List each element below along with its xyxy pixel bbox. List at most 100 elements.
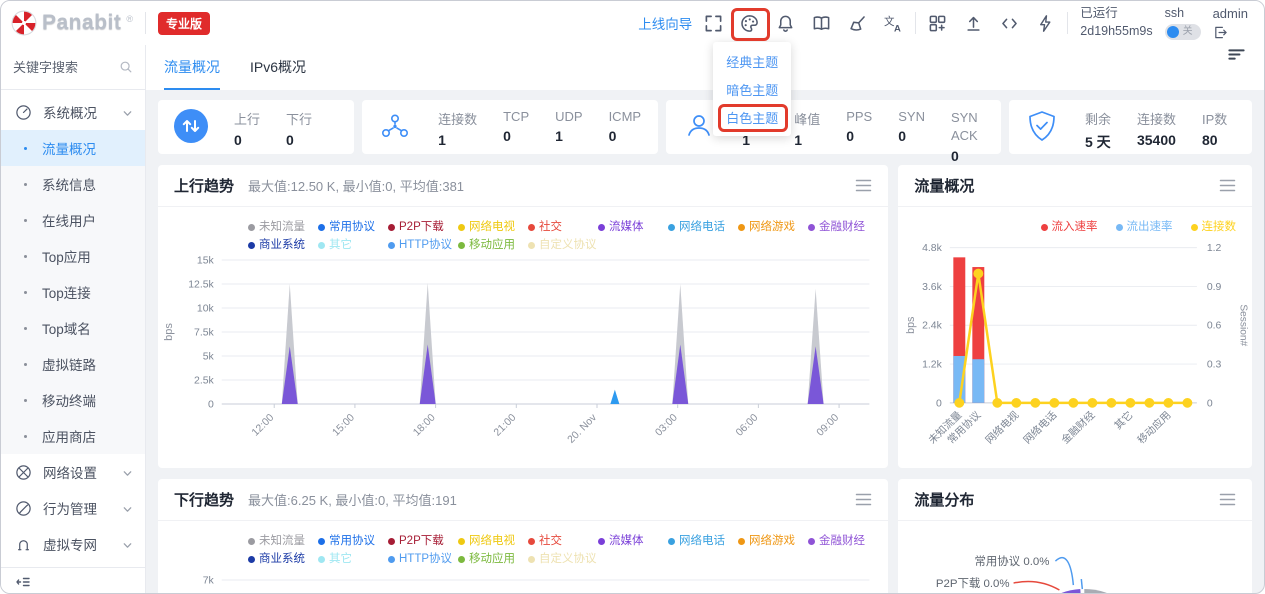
legend-item-移动应用[interactable]: 移动应用 (458, 237, 528, 254)
panel-menu-icon[interactable] (1219, 492, 1236, 507)
theme-menu-item-经典主题[interactable]: 经典主题 (713, 47, 791, 75)
legend-item-自定义协议[interactable]: 自定义协议 (528, 237, 598, 254)
legend-item-网络电话[interactable]: 网络电话 (668, 533, 738, 550)
legend-item-自定义协议[interactable]: 自定义协议 (528, 551, 598, 568)
connections-icon (378, 109, 412, 143)
modules-grid-icon[interactable] (928, 14, 947, 33)
svg-text:金融财经: 金融财经 (1059, 409, 1098, 447)
theme-menu-item-白色主题[interactable]: 白色主题 (713, 103, 791, 131)
legend-item-未知流量[interactable]: 未知流量 (248, 533, 318, 550)
logout-icon[interactable] (1213, 25, 1228, 40)
tabs: 流量概况 IPv6概况 (164, 45, 306, 90)
sidebar-item-流量概况[interactable]: 流量概况 (1, 130, 145, 166)
search-icon[interactable] (119, 60, 133, 74)
bullet-icon (24, 363, 27, 366)
stat-剩余: 剩余5 天 (1085, 109, 1111, 152)
sidebar-group-虚拟专网[interactable]: 虚拟专网 (1, 526, 145, 562)
legend-item-常用协议[interactable]: 常用协议 (318, 533, 388, 550)
legend-item-商业系统[interactable]: 商业系统 (248, 237, 318, 254)
panel-menu-icon[interactable] (855, 178, 872, 193)
uplink-trend-chart: 15k12.5k10k7.5k5k2.5k0bps12:0015:0018:00… (158, 254, 888, 463)
legend-item-流媒体[interactable]: 流媒体 (598, 219, 668, 236)
theme-palette-icon[interactable] (740, 14, 759, 33)
stat-value: 5 天 (1085, 132, 1111, 152)
legend-item-HTTP协议[interactable]: HTTP协议 (388, 237, 458, 254)
legend-dot (1191, 224, 1198, 231)
sort-descending-icon[interactable] (1227, 45, 1246, 64)
legend-item-常用协议[interactable]: 常用协议 (318, 219, 388, 236)
bullet-icon (24, 255, 27, 258)
sidebar-item-系统信息[interactable]: 系统信息 (1, 166, 145, 202)
fullscreen-icon[interactable] (704, 14, 723, 33)
legend-item-网络电话[interactable]: 网络电话 (668, 219, 738, 236)
onboarding-wizard-link[interactable]: 上线向导 (638, 13, 692, 33)
sidebar-item-Top连接[interactable]: Top连接 (1, 274, 145, 310)
sidebar-item-在线用户[interactable]: 在线用户 (1, 202, 145, 238)
legend-dot (388, 242, 395, 249)
legend-label: 金融财经 (819, 533, 865, 550)
legend-dot (388, 538, 395, 545)
collapse-sidebar-icon[interactable] (15, 574, 31, 590)
stat-label: 连接数 (438, 109, 477, 128)
sidebar-item-应用商店[interactable]: 应用商店 (1, 418, 145, 454)
legend-item-连接数[interactable]: 连接数 (1191, 219, 1237, 236)
legend-item-社交[interactable]: 社交 (528, 219, 598, 236)
chevron-down-icon (122, 107, 133, 118)
downlink-trend-panel: 下行趋势 最大值:6.25 K, 最小值:0, 平均值:191 未知流量常用协议… (158, 479, 888, 594)
panel-menu-icon[interactable] (1219, 178, 1236, 193)
sidebar-item-Top应用[interactable]: Top应用 (1, 238, 145, 274)
legend-item-金融财经[interactable]: 金融财经 (808, 533, 878, 550)
legend-item-移动应用[interactable]: 移动应用 (458, 551, 528, 568)
sidebar-group-行为管理[interactable]: 行为管理 (1, 490, 145, 526)
legend-label: 连接数 (1202, 219, 1237, 236)
cli-code-icon[interactable] (1000, 14, 1019, 33)
bullet-icon (24, 327, 27, 330)
ssh-toggle[interactable]: 关 (1165, 24, 1201, 40)
legend-dot (528, 224, 535, 231)
legend-item-网络电视[interactable]: 网络电视 (458, 219, 528, 236)
legend-item-流出速率[interactable]: 流出速率 (1116, 219, 1173, 236)
theme-menu-item-暗色主题[interactable]: 暗色主题 (713, 75, 791, 103)
notifications-bell-icon[interactable] (776, 14, 795, 33)
tab-IPv6概况[interactable]: IPv6概况 (250, 45, 306, 90)
stat-card-1: 上行0下行0 (158, 100, 354, 154)
cleanup-broom-icon[interactable] (848, 14, 867, 33)
stat-value: 0 (609, 128, 642, 144)
legend-label: 未知流量 (259, 533, 305, 550)
legend-item-P2P下载[interactable]: P2P下载 (388, 533, 458, 550)
stat-card-4: 剩余5 天连接数35400IP数80 (1009, 100, 1252, 154)
legend-item-网络游戏[interactable]: 网络游戏 (738, 533, 808, 550)
legend-item-P2P下载[interactable]: P2P下载 (388, 219, 458, 236)
legend-label: 自定义协议 (539, 237, 597, 254)
legend-item-商业系统[interactable]: 商业系统 (248, 551, 318, 568)
legend-item-流入速率[interactable]: 流入速率 (1041, 219, 1098, 236)
legend-item-HTTP协议[interactable]: HTTP协议 (388, 551, 458, 568)
svg-text:0: 0 (208, 399, 214, 410)
legend-item-网络电视[interactable]: 网络电视 (458, 533, 528, 550)
upgrade-arrow-icon[interactable] (964, 14, 983, 33)
panel-menu-icon[interactable] (855, 492, 872, 507)
svg-text:5k: 5k (203, 351, 215, 362)
legend-dot (248, 224, 255, 231)
uptime-value: 2d19h55m9s (1080, 24, 1152, 40)
legend-item-未知流量[interactable]: 未知流量 (248, 219, 318, 236)
svg-text:3.6k: 3.6k (922, 282, 943, 293)
sidebar-group-网络设置[interactable]: 网络设置 (1, 454, 145, 490)
docs-book-icon[interactable] (812, 14, 831, 33)
search-input[interactable] (13, 60, 113, 75)
legend-label: 网络电话 (679, 533, 725, 550)
sidebar-item-移动终端[interactable]: 移动终端 (1, 382, 145, 418)
quick-actions-bolt-icon[interactable] (1036, 14, 1055, 33)
language-translate-icon[interactable]: 文A (884, 14, 903, 33)
tab-流量概况[interactable]: 流量概况 (164, 45, 220, 90)
legend-item-网络游戏[interactable]: 网络游戏 (738, 219, 808, 236)
legend-item-社交[interactable]: 社交 (528, 533, 598, 550)
ssh-block: ssh 关 (1165, 6, 1201, 40)
sidebar-group-系统概况[interactable]: 系统概况 (1, 94, 145, 130)
legend-item-金融财经[interactable]: 金融财经 (808, 219, 878, 236)
sidebar-item-虚拟链路[interactable]: 虚拟链路 (1, 346, 145, 382)
legend-item-流媒体[interactable]: 流媒体 (598, 533, 668, 550)
sidebar-item-Top域名[interactable]: Top域名 (1, 310, 145, 346)
legend-item-其它[interactable]: 其它 (318, 551, 388, 568)
legend-item-其它[interactable]: 其它 (318, 237, 388, 254)
